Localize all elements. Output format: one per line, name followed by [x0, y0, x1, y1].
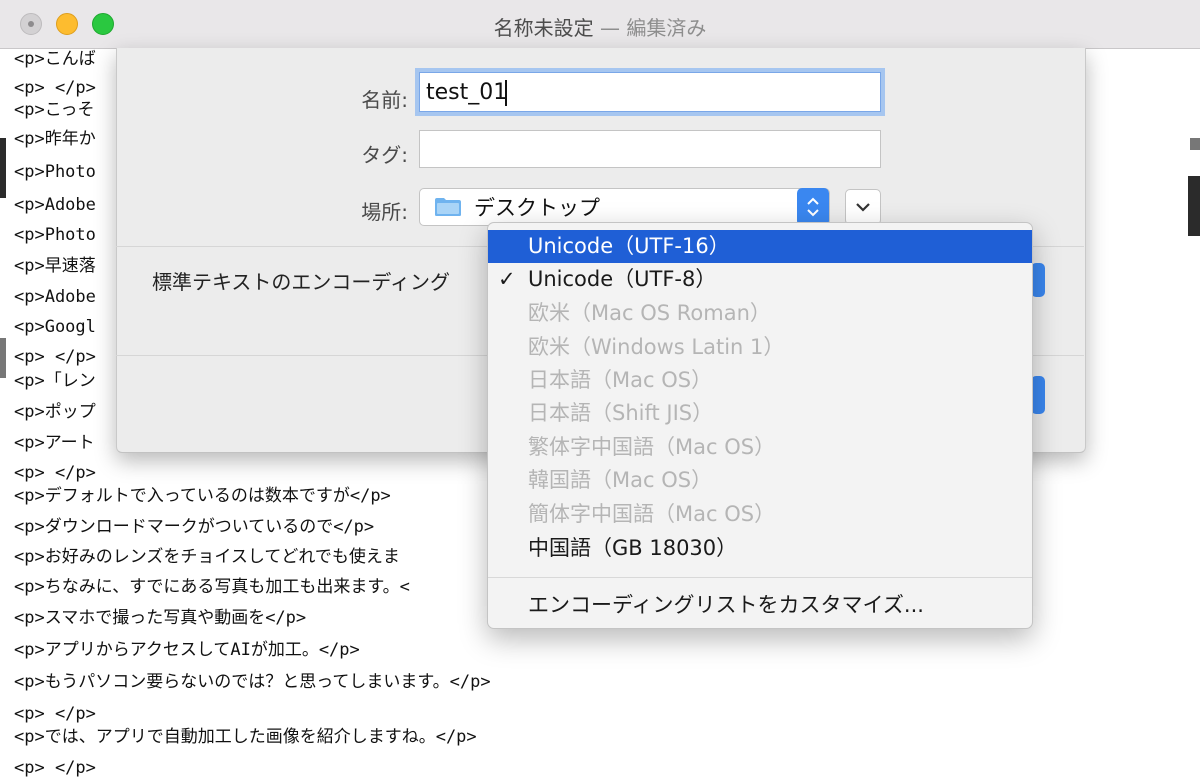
menu-item-label: Unicode（UTF-16）: [528, 234, 730, 258]
menu-item-windows-latin1: 欧米（Windows Latin 1）: [488, 331, 1032, 364]
menu-separator: [488, 577, 1032, 578]
editor-line: <p>もうパソコン要らないのでは？と思ってしまいます。</p>: [14, 672, 491, 692]
menu-item-customize-encodings[interactable]: エンコーディングリストをカスタマイズ...: [488, 589, 1032, 622]
location-stepper[interactable]: [797, 188, 829, 226]
editor-line: <p>Googl: [14, 317, 96, 337]
location-popup[interactable]: デスクトップ: [419, 188, 830, 226]
text-editor-window: 名称未設定 — 編集済み <p>こんば <p> </p> <p>こっそ <p>昨…: [0, 0, 1200, 778]
editor-line: <p>アプリからアクセスしてAIが加工。</p>: [14, 640, 360, 660]
editor-line: <p>こんば: [14, 49, 96, 69]
menu-item-shift-jis: 日本語（Shift JIS）: [488, 397, 1032, 430]
menu-item-label: 韓国語（Mac OS）: [528, 468, 713, 492]
editor-line: <p>ちなみに、すでにある写真も加工も出来ます。<: [14, 577, 410, 597]
menu-item-korean-mac: 韓国語（Mac OS）: [488, 464, 1032, 497]
editor-line: <p>「レン: [14, 371, 96, 391]
background-window-edge: [1190, 138, 1200, 150]
edited-status: — 編集済み: [593, 16, 707, 40]
expand-dialog-button[interactable]: [845, 189, 881, 225]
editor-line: <p> </p>: [14, 463, 96, 483]
editor-line: <p>こっそ: [14, 100, 95, 120]
menu-item-utf16[interactable]: Unicode（UTF-16）: [488, 230, 1032, 263]
editor-line: <p>Photo: [14, 162, 96, 182]
background-window-edge: [0, 138, 6, 198]
editor-line: <p>ダウンロードマークがついているので</p>: [14, 517, 375, 537]
tags-label: タグ:: [361, 143, 408, 167]
encoding-menu[interactable]: Unicode（UTF-16） ✓ Unicode（UTF-8） 欧米（Mac O…: [487, 222, 1033, 629]
editor-line: <p>Adobe: [14, 287, 96, 307]
document-name: 名称未設定: [493, 16, 594, 40]
editor-line: <p>昨年か: [14, 129, 96, 149]
updown-chevron-icon: [807, 197, 819, 217]
editor-line: <p> </p>: [14, 704, 96, 724]
tags-input[interactable]: [420, 131, 880, 167]
menu-item-label: 簡体字中国語（Mac OS）: [528, 502, 776, 526]
encoding-popup-stepper[interactable]: [1031, 263, 1045, 297]
menu-item-label: 中国語（GB 18030）: [528, 536, 738, 560]
editor-line: <p> </p>: [14, 347, 96, 367]
encoding-label: 標準テキストのエンコーディング: [152, 270, 450, 294]
editor-line: <p>では、アプリで自動加工した画像を紹介しますね。</p>: [14, 727, 477, 747]
name-label: 名前:: [361, 88, 408, 112]
save-button[interactable]: [1031, 376, 1045, 414]
editor-line: <p>お好みのレンズをチョイスしてどれでも使えま: [14, 547, 400, 567]
menu-item-gb18030[interactable]: 中国語（GB 18030）: [488, 532, 1032, 565]
name-input[interactable]: [420, 73, 880, 111]
text-cursor: [505, 80, 507, 106]
location-label: 場所:: [361, 200, 408, 224]
editor-line: <p> </p>: [14, 758, 96, 778]
menu-item-utf8[interactable]: ✓ Unicode（UTF-8）: [488, 263, 1032, 296]
name-field[interactable]: [419, 72, 881, 112]
checkmark-icon: ✓: [498, 267, 516, 291]
background-window-edge: [0, 338, 6, 378]
menu-item-label: 日本語（Shift JIS）: [528, 401, 714, 425]
menu-item-simp-chinese-mac: 簡体字中国語（Mac OS）: [488, 498, 1032, 531]
window-title: 名称未設定 — 編集済み: [0, 12, 1200, 41]
tags-field[interactable]: [419, 130, 881, 168]
menu-item-label: 日本語（Mac OS）: [528, 368, 713, 392]
editor-line: <p>早速落: [14, 256, 96, 276]
title-bar[interactable]: 名称未設定 — 編集済み: [0, 0, 1200, 49]
menu-item-label: 繁体字中国語（Mac OS）: [528, 435, 776, 459]
background-window-edge: [1188, 176, 1200, 236]
menu-item-japanese-mac: 日本語（Mac OS）: [488, 364, 1032, 397]
editor-line: <p> </p>: [14, 78, 96, 98]
editor-line: <p>Adobe: [14, 195, 96, 215]
editor-line: <p>ポップ: [14, 402, 96, 422]
menu-item-mac-roman: 欧米（Mac OS Roman）: [488, 297, 1032, 330]
editor-line: <p>スマホで撮った写真や動画を</p>: [14, 608, 307, 628]
menu-item-trad-chinese-mac: 繁体字中国語（Mac OS）: [488, 431, 1032, 464]
editor-line: <p>Photo: [14, 225, 96, 245]
menu-item-label: 欧米（Mac OS Roman）: [528, 301, 771, 325]
editor-line: <p>デフォルトで入っているのは数本ですが</p>: [14, 486, 391, 506]
location-value: デスクトップ: [474, 196, 600, 220]
menu-item-label: Unicode（UTF-8）: [528, 267, 717, 291]
folder-icon: [435, 198, 461, 216]
menu-item-label: 欧米（Windows Latin 1）: [528, 335, 785, 359]
menu-item-label: エンコーディングリストをカスタマイズ...: [528, 593, 924, 617]
chevron-down-icon: [856, 203, 870, 212]
editor-line: <p>アート: [14, 433, 95, 453]
